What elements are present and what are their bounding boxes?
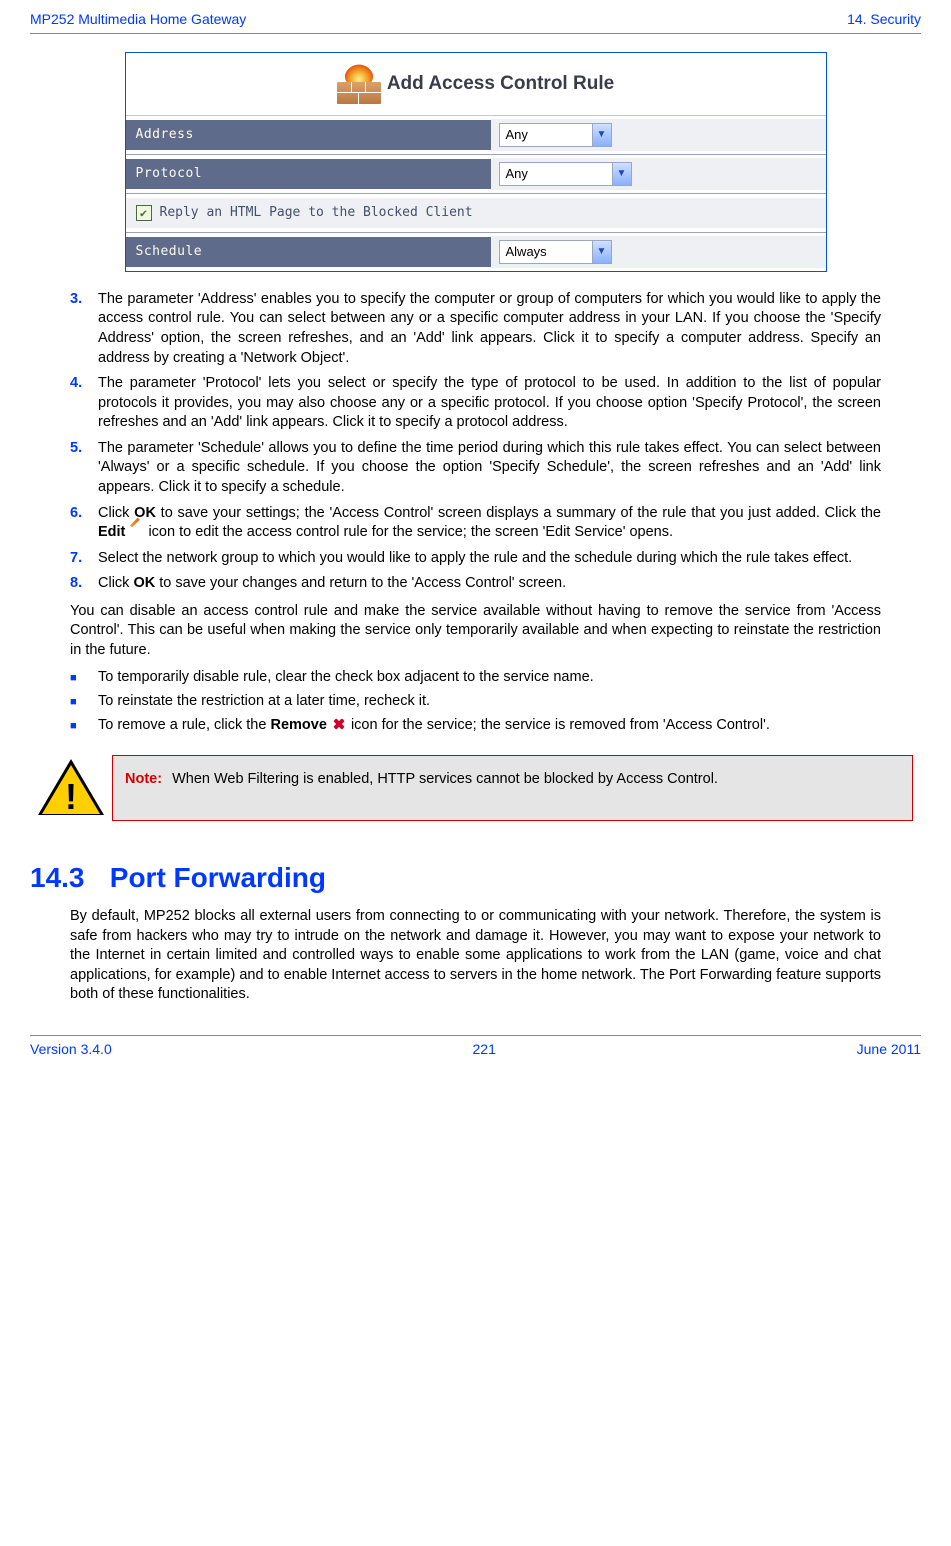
step-number: 3.: [70, 290, 98, 368]
reply-checkbox[interactable]: ✔: [136, 205, 152, 221]
header-left: MP252 Multimedia Home Gateway: [30, 10, 246, 29]
header-right: 14. Security: [847, 10, 921, 29]
step-number: 6.: [70, 504, 98, 543]
add-access-control-form: Add Access Control Rule Address Any ▼ Pr…: [125, 52, 827, 272]
form-title-bar: Add Access Control Rule: [126, 53, 826, 116]
step-number: 7.: [70, 549, 98, 569]
firewall-icon: [337, 64, 381, 104]
chevron-down-icon[interactable]: ▼: [592, 124, 611, 146]
address-select[interactable]: Any ▼: [499, 123, 612, 147]
step-6: 6. Click OK to save your settings; the '…: [70, 504, 881, 543]
row-protocol: Protocol Any ▼: [126, 155, 826, 194]
protocol-select[interactable]: Any ▼: [499, 162, 632, 186]
bullet-2: ■ To reinstate the restriction at a late…: [70, 692, 881, 712]
step-text: Click OK to save your settings; the 'Acc…: [98, 504, 881, 543]
remove-icon: [331, 716, 347, 732]
bullet-3: ■ To remove a rule, click the Remove ico…: [70, 716, 881, 736]
row-reply: ✔ Reply an HTML Page to the Blocked Clie…: [126, 194, 826, 233]
bullet-text: To remove a rule, click the Remove icon …: [98, 716, 881, 736]
label-address: Address: [126, 120, 491, 150]
bullet-marker: ■: [70, 692, 98, 710]
edit-icon: [129, 523, 144, 538]
label-schedule: Schedule: [126, 237, 491, 267]
step-number: 5.: [70, 439, 98, 498]
warning-icon: !: [38, 755, 112, 821]
step-text: Select the network group to which you wo…: [98, 549, 881, 569]
footer-center: 221: [473, 1040, 496, 1059]
footer-left: Version 3.4.0: [30, 1040, 112, 1059]
step-3: 3. The parameter 'Address' enables you t…: [70, 290, 881, 368]
note-block: ! Note: When Web Filtering is enabled, H…: [30, 755, 921, 821]
bullet-marker: ■: [70, 668, 98, 686]
section-heading: 14.3 Port Forwarding: [30, 859, 921, 897]
steps-block: 3. The parameter 'Address' enables you t…: [30, 290, 921, 735]
step-8: 8. Click OK to save your changes and ret…: [70, 574, 881, 594]
reply-label: Reply an HTML Page to the Blocked Client: [160, 204, 473, 222]
step-5: 5. The parameter 'Schedule' allows you t…: [70, 439, 881, 498]
row-address: Address Any ▼: [126, 116, 826, 155]
step-number: 8.: [70, 574, 98, 594]
step-text: The parameter 'Protocol' lets you select…: [98, 374, 881, 433]
step-text: The parameter 'Address' enables you to s…: [98, 290, 881, 368]
step-7: 7. Select the network group to which you…: [70, 549, 881, 569]
step-text: Click OK to save your changes and return…: [98, 574, 881, 594]
schedule-select-value: Always: [500, 243, 592, 261]
form-title-text: Add Access Control Rule: [387, 71, 614, 97]
chevron-down-icon[interactable]: ▼: [612, 163, 631, 185]
section-title: Port Forwarding: [110, 862, 326, 893]
bullet-1: ■ To temporarily disable rule, clear the…: [70, 668, 881, 688]
schedule-select[interactable]: Always ▼: [499, 240, 612, 264]
step-number: 4.: [70, 374, 98, 433]
note-text: When Web Filtering is enabled, HTTP serv…: [172, 770, 900, 790]
protocol-select-value: Any: [500, 165, 612, 183]
label-protocol: Protocol: [126, 159, 491, 189]
bullet-text: To reinstate the restriction at a later …: [98, 692, 881, 712]
address-select-value: Any: [500, 126, 592, 144]
section-body: By default, MP252 blocks all external us…: [30, 907, 921, 1005]
bullet-text: To temporarily disable rule, clear the c…: [98, 668, 881, 688]
section-number: 14.3: [30, 859, 102, 897]
row-schedule: Schedule Always ▼: [126, 233, 826, 271]
note-label: Note:: [125, 770, 162, 790]
step-4: 4. The parameter 'Protocol' lets you sel…: [70, 374, 881, 433]
chevron-down-icon[interactable]: ▼: [592, 241, 611, 263]
paragraph-disable-info: You can disable an access control rule a…: [70, 602, 881, 661]
bullet-marker: ■: [70, 716, 98, 734]
step-text: The parameter 'Schedule' allows you to d…: [98, 439, 881, 498]
footer-right: June 2011: [857, 1040, 921, 1059]
